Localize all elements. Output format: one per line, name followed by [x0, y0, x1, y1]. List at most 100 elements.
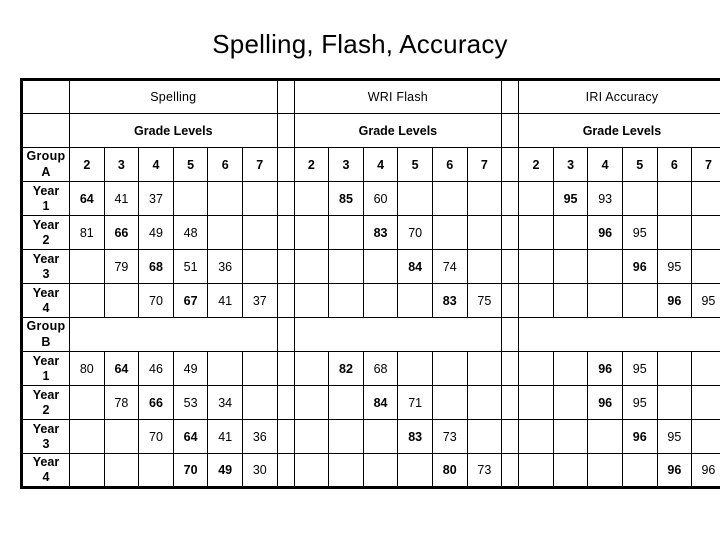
score-cell — [518, 249, 554, 284]
row-spacer — [276, 249, 295, 284]
grade-header-1-7: 7 — [241, 147, 278, 182]
score-cell: 36 — [207, 249, 243, 284]
score-cell — [293, 283, 330, 318]
grade-header-3-5: 5 — [621, 147, 658, 182]
grade-levels-label-3: Grade Levels — [518, 113, 720, 148]
grade-header-2-5: 5 — [397, 147, 433, 182]
table-row: Year 4 70 49 30 80 73 96 96 — [21, 453, 720, 488]
score-cell — [397, 283, 433, 318]
score-cell — [293, 419, 330, 454]
score-cell — [587, 283, 623, 318]
row-spacer — [501, 283, 520, 318]
score-cell — [328, 249, 364, 284]
score-cell — [328, 419, 364, 454]
score-cell — [69, 249, 105, 284]
table-row: Year 3 70 64 41 36 83 73 96 95 — [21, 419, 720, 454]
row-spacer — [501, 453, 520, 488]
grade-header-3-3: 3 — [552, 147, 589, 182]
score-cell — [397, 453, 433, 488]
score-cell: 96 — [587, 385, 623, 420]
score-cell: 79 — [103, 249, 140, 284]
score-cell: 41 — [207, 283, 243, 318]
score-cell — [362, 453, 399, 488]
row-spacer — [501, 419, 520, 454]
score-cell: 41 — [103, 181, 140, 216]
score-cell — [518, 385, 554, 420]
score-cell — [552, 351, 589, 386]
score-cell — [552, 453, 589, 488]
section-title-spelling: Spelling — [69, 79, 278, 114]
grade-levels-label-1: Grade Levels — [69, 113, 278, 148]
score-cell: 68 — [362, 351, 399, 386]
score-cell — [293, 385, 330, 420]
score-cell — [621, 181, 658, 216]
row-label-group-a-year-1: Year 1 — [21, 181, 70, 216]
group-a-corner-label: Group A — [21, 147, 70, 182]
score-cell — [466, 351, 503, 386]
score-cell: 73 — [466, 453, 503, 488]
score-cell: 37 — [241, 283, 278, 318]
score-cell — [691, 419, 720, 454]
row-spacer — [276, 385, 295, 420]
score-cell: 30 — [241, 453, 278, 488]
score-cell: 78 — [103, 385, 140, 420]
score-cell: 96 — [656, 283, 693, 318]
row-label-group-b-year-4: Year 4 — [21, 453, 70, 488]
score-cell — [518, 283, 554, 318]
score-cell: 70 — [397, 215, 433, 250]
table-row: Year 3 79 68 51 36 84 74 96 95 — [21, 249, 720, 284]
score-cell: 83 — [431, 283, 468, 318]
score-cell — [362, 283, 399, 318]
score-cell: 93 — [587, 181, 623, 216]
score-cell — [293, 215, 330, 250]
row-spacer — [276, 215, 295, 250]
group-b-band-spacer-1 — [276, 317, 295, 352]
score-cell: 81 — [69, 215, 105, 250]
score-cell: 71 — [397, 385, 433, 420]
header-row-section-titles: Spelling WRI Flash IRI Accuracy — [21, 79, 720, 114]
score-cell — [552, 215, 589, 250]
score-cell — [362, 419, 399, 454]
score-cell — [587, 419, 623, 454]
grade-header-2-6: 6 — [431, 147, 468, 182]
corner-blank-cell — [21, 79, 70, 114]
score-cell — [691, 181, 720, 216]
grade-header-3-2: 2 — [518, 147, 554, 182]
table-row: Year 2 81 66 49 48 83 70 96 95 — [21, 215, 720, 250]
grade-levels-label-2: Grade Levels — [293, 113, 503, 148]
group-b-band-3 — [518, 317, 720, 352]
score-cell — [328, 283, 364, 318]
score-cell — [656, 215, 693, 250]
row-spacer — [276, 283, 295, 318]
row-spacer — [276, 419, 295, 454]
score-cell: 95 — [621, 351, 658, 386]
score-cell — [241, 351, 278, 386]
score-cell: 85 — [328, 181, 364, 216]
row-spacer — [501, 249, 520, 284]
score-cell — [518, 351, 554, 386]
score-cell — [293, 181, 330, 216]
score-cell: 80 — [431, 453, 468, 488]
score-cell: 66 — [138, 385, 174, 420]
grade-header-3-7: 7 — [691, 147, 720, 182]
score-cell — [207, 181, 243, 216]
score-cell: 49 — [207, 453, 243, 488]
row-spacer — [501, 215, 520, 250]
score-cell: 96 — [691, 453, 720, 488]
score-cell: 60 — [362, 181, 399, 216]
page-title: Spelling, Flash, Accuracy — [212, 29, 508, 59]
score-cell: 70 — [138, 419, 174, 454]
score-cell — [587, 453, 623, 488]
score-cell — [397, 181, 433, 216]
score-cell: 96 — [621, 419, 658, 454]
score-cell — [552, 385, 589, 420]
score-cell: 80 — [69, 351, 105, 386]
score-cell — [138, 453, 174, 488]
grade-header-3-4: 4 — [587, 147, 623, 182]
score-cell: 83 — [397, 419, 433, 454]
score-cell — [656, 181, 693, 216]
section-spacer-2 — [501, 79, 520, 114]
score-cell — [656, 385, 693, 420]
score-cell: 96 — [621, 249, 658, 284]
score-cell: 82 — [328, 351, 364, 386]
